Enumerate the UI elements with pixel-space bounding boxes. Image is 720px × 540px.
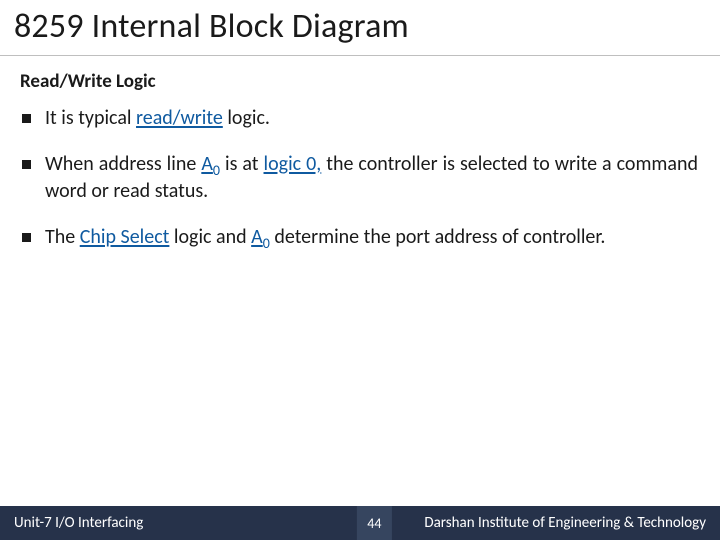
footer-bar: Unit-7 I/O Interfacing 44 Darshan Instit…	[0, 506, 720, 540]
slide: 8259 Internal Block Diagram Read/Write L…	[0, 0, 720, 540]
footer-organization: Darshan Institute of Engineering & Techn…	[424, 514, 706, 532]
footer-page-number: 44	[357, 506, 391, 540]
link-text: Chip Select	[80, 225, 170, 249]
bullet-marker-icon	[22, 233, 31, 242]
bullet-marker-icon	[22, 160, 31, 169]
text-run: A	[201, 152, 213, 176]
text-run: is at	[220, 152, 264, 176]
text-run: determine the port address of controller…	[270, 225, 606, 249]
link-text: A0	[201, 152, 220, 176]
text-run: The	[45, 225, 80, 249]
bullet-marker-icon	[22, 114, 31, 123]
text-run: It is typical	[45, 106, 136, 130]
slide-title: 8259 Internal Block Diagram	[14, 6, 706, 47]
bullet-text: It is typical read/write logic.	[45, 105, 698, 133]
link-text: logic 0,	[264, 152, 322, 176]
list-item: It is typical read/write logic.	[22, 105, 698, 133]
bullet-text: The Chip Select logic and A0 determine t…	[45, 224, 698, 252]
text-run: A	[251, 225, 263, 249]
bullet-list: It is typical read/write logic. When add…	[0, 101, 720, 251]
text-run: When address line	[45, 152, 201, 176]
subscript: 0	[263, 235, 270, 252]
title-container: 8259 Internal Block Diagram	[0, 0, 720, 56]
subscript: 0	[213, 162, 220, 179]
text-run: logic.	[223, 106, 270, 130]
bullet-text: When address line A0 is at logic 0, the …	[45, 151, 698, 206]
list-item: The Chip Select logic and A0 determine t…	[22, 224, 698, 252]
text-run: logic and	[169, 225, 251, 249]
link-text: read/write	[136, 106, 223, 130]
list-item: When address line A0 is at logic 0, the …	[22, 151, 698, 206]
footer-unit: Unit-7 I/O Interfacing	[0, 514, 143, 532]
page-number: 44	[367, 515, 381, 532]
slide-subtitle: Read/Write Logic	[0, 56, 720, 101]
link-text: A0	[251, 225, 270, 249]
